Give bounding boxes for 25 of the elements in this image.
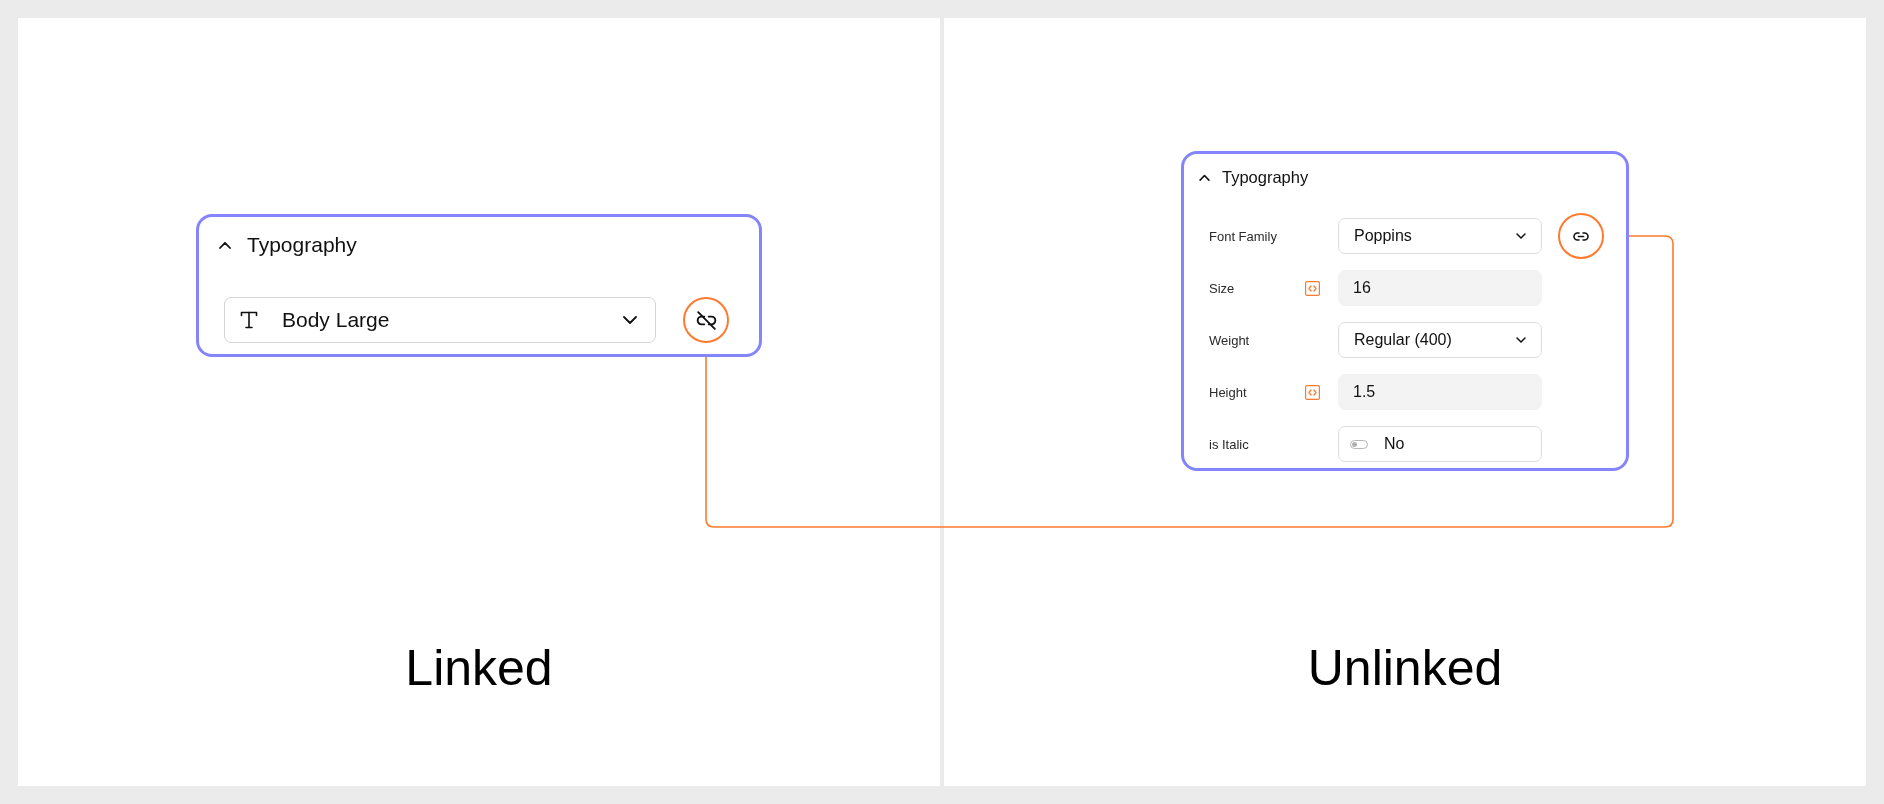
field-label: Height: [1209, 384, 1248, 400]
code-icon[interactable]: [1305, 384, 1320, 400]
value-input[interactable]: 16: [1338, 270, 1542, 306]
chevron-down-icon: [623, 316, 637, 324]
toggle-field[interactable]: No: [1338, 426, 1542, 462]
text-style-dropdown[interactable]: Body Large: [224, 297, 656, 343]
chevron-down-icon: [1516, 337, 1526, 343]
unlink-button[interactable]: [683, 297, 729, 343]
broken-link-icon: [695, 310, 717, 330]
field-label: Weight: [1209, 332, 1251, 348]
select-dropdown[interactable]: Poppins: [1338, 218, 1542, 254]
field-label: is Italic: [1209, 436, 1250, 452]
section-header[interactable]: Typography: [219, 233, 357, 257]
code-icon[interactable]: [1305, 280, 1320, 296]
select-dropdown[interactable]: Regular (400): [1338, 322, 1542, 358]
field-label: Font Family: [1209, 228, 1278, 244]
field-label: Size: [1209, 280, 1236, 296]
chevron-down-icon: [1516, 233, 1526, 239]
text-icon: [239, 310, 259, 330]
link-button[interactable]: [1558, 213, 1604, 259]
link-icon: [1573, 231, 1589, 241]
caption-text: Unlinked: [1307, 639, 1503, 698]
section-header[interactable]: Typography: [1199, 167, 1309, 187]
value-input[interactable]: 1.5: [1338, 374, 1542, 410]
caption-text: Linked: [405, 639, 553, 698]
